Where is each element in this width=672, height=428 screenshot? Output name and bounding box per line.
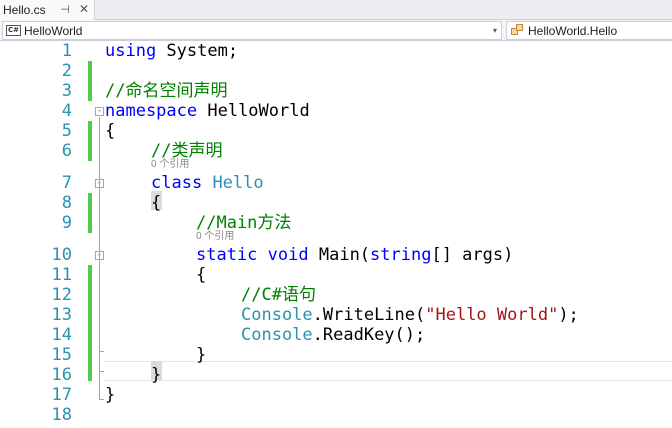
line-number: 7 bbox=[61, 173, 72, 193]
code-editor[interactable]: - - - 0 个引用 0 个引用 1using System;23//命名空间… bbox=[0, 41, 672, 428]
code-text: } bbox=[196, 345, 206, 365]
code-token: { bbox=[196, 265, 207, 285]
code-line[interactable]: 6 //类声明 bbox=[0, 141, 672, 161]
code-token: //C#语句 bbox=[241, 285, 316, 305]
tab-hello-cs[interactable]: Hello.cs ⊣ ✕ bbox=[0, 0, 95, 20]
code-token: HelloWorld bbox=[197, 101, 310, 121]
close-icon[interactable]: ✕ bbox=[78, 2, 90, 16]
code-line[interactable]: 5{ bbox=[0, 121, 672, 141]
code-text: Console.WriteLine("Hello World"); bbox=[241, 305, 579, 325]
code-token: } bbox=[151, 365, 162, 385]
line-number: 13 bbox=[51, 305, 72, 325]
line-number: 14 bbox=[51, 325, 72, 345]
code-token: string bbox=[370, 245, 432, 265]
line-number: 9 bbox=[61, 213, 72, 233]
code-token: ); bbox=[558, 305, 579, 325]
code-text: //命名空间声明 bbox=[105, 81, 227, 101]
tab-strip: Hello.cs ⊣ ✕ bbox=[0, 0, 672, 20]
code-line[interactable]: 17} bbox=[0, 385, 672, 405]
code-token: //Main方法 bbox=[196, 213, 292, 233]
project-dropdown[interactable]: C# HelloWorld ▾ bbox=[2, 21, 502, 40]
code-token: Main( bbox=[308, 245, 371, 265]
code-line[interactable]: 13 Console.WriteLine("Hello World"); bbox=[0, 305, 672, 325]
code-line[interactable]: 15} bbox=[0, 345, 672, 365]
code-token: namespace bbox=[105, 101, 198, 121]
code-line[interactable]: 1 using System; bbox=[0, 41, 672, 61]
line-number: 3 bbox=[61, 81, 72, 101]
code-text: Console.ReadKey(); bbox=[241, 325, 425, 345]
code-token: .ReadKey(); bbox=[312, 325, 426, 345]
pin-icon[interactable]: ⊣ bbox=[59, 3, 71, 16]
tab-title: Hello.cs bbox=[3, 3, 46, 17]
code-token: { bbox=[151, 193, 162, 213]
line-number: 15 bbox=[51, 345, 72, 365]
code-token: [] args) bbox=[431, 245, 514, 265]
line-number: 6 bbox=[61, 141, 72, 161]
code-token: Console bbox=[241, 305, 313, 325]
code-line[interactable]: 8{ bbox=[0, 193, 672, 213]
code-token: .WriteLine( bbox=[312, 305, 426, 325]
code-text: { bbox=[105, 121, 115, 141]
line-number: 18 bbox=[51, 405, 72, 425]
code-token: Console bbox=[241, 325, 313, 345]
line-number: 4 bbox=[61, 101, 72, 121]
line-number: 12 bbox=[51, 285, 72, 305]
line-number: 16 bbox=[51, 365, 72, 385]
code-text: //类声明 bbox=[151, 141, 222, 161]
code-line[interactable]: 4 namespace HelloWorld bbox=[0, 101, 672, 121]
member-name: HelloWorld.Hello bbox=[528, 23, 618, 38]
member-dropdown[interactable]: HelloWorld.Hello bbox=[506, 21, 672, 40]
code-line[interactable]: 11 { bbox=[0, 265, 672, 285]
code-line[interactable]: 16} bbox=[0, 365, 672, 385]
code-text: } bbox=[151, 365, 161, 385]
class-icon bbox=[511, 24, 525, 37]
code-text: } bbox=[105, 385, 115, 405]
code-line[interactable]: 14 Console.ReadKey(); bbox=[0, 325, 672, 345]
code-line[interactable]: 2 bbox=[0, 61, 672, 81]
navigation-bar: C# HelloWorld ▾ HelloWorld.Hello bbox=[0, 20, 672, 41]
code-token: void bbox=[267, 245, 309, 265]
code-line[interactable]: 10 static void Main(string[] args) bbox=[0, 245, 672, 265]
code-token: } bbox=[196, 345, 207, 365]
code-text: static void Main(string[] args) bbox=[196, 245, 513, 265]
line-number: 1 bbox=[61, 41, 72, 61]
code-text: using System; bbox=[105, 41, 238, 61]
code-token: //命名空间声明 bbox=[105, 81, 228, 101]
code-line[interactable]: 12 //C#语句 bbox=[0, 285, 672, 305]
code-text: { bbox=[151, 193, 161, 213]
code-text: class Hello bbox=[151, 173, 264, 193]
code-line[interactable]: 18 bbox=[0, 405, 672, 425]
code-line[interactable]: 9 //Main方法 bbox=[0, 213, 672, 233]
chevron-down-icon[interactable]: ▾ bbox=[493, 26, 497, 35]
line-number: 2 bbox=[61, 61, 72, 81]
code-text: { bbox=[196, 265, 206, 285]
code-token: static bbox=[196, 245, 258, 265]
code-text: //C#语句 bbox=[241, 285, 316, 305]
code-token: Hello bbox=[212, 173, 264, 193]
code-line[interactable]: 7 class Hello bbox=[0, 173, 672, 193]
line-number: 5 bbox=[61, 121, 72, 141]
code-token: { bbox=[105, 121, 116, 141]
code-token: using bbox=[105, 41, 157, 61]
code-line[interactable]: 3 //命名空间声明 bbox=[0, 81, 672, 101]
code-token: //类声明 bbox=[151, 141, 223, 161]
line-number: 11 bbox=[51, 265, 72, 285]
code-token: "Hello World" bbox=[425, 305, 559, 325]
project-name: HelloWorld bbox=[24, 23, 83, 38]
code-token: System; bbox=[156, 41, 239, 61]
line-number: 8 bbox=[61, 193, 72, 213]
line-number: 17 bbox=[51, 385, 72, 405]
csharp-file-icon: C# bbox=[6, 25, 21, 36]
code-token: } bbox=[105, 385, 116, 405]
code-token: class bbox=[151, 173, 203, 193]
code-text: namespace HelloWorld bbox=[105, 101, 310, 121]
code-text: //Main方法 bbox=[196, 213, 291, 233]
line-number: 10 bbox=[51, 245, 72, 265]
